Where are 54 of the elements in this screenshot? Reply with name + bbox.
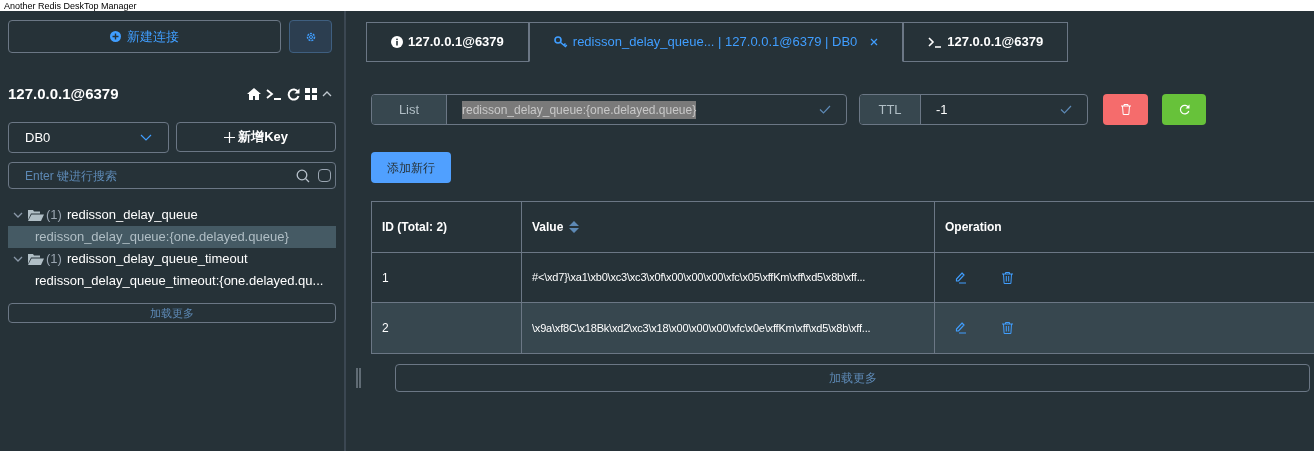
- plus-circle-icon: [110, 31, 121, 42]
- plus-icon: [224, 131, 236, 143]
- trash-icon[interactable]: [1002, 322, 1013, 334]
- column-header: Operation: [944, 219, 1003, 236]
- key-count: (1): [46, 250, 62, 269]
- column-header[interactable]: Value: [522, 202, 935, 252]
- key-item[interactable]: redisson_delay_queue_timeout:{one.delayed.qu...: [8, 270, 336, 292]
- folder-label[interactable]: redisson_delay_queue_timeout: [66, 249, 248, 269]
- collapse-icon[interactable]: [322, 89, 332, 99]
- tab[interactable]: 127.0.0.1@6379: [366, 22, 529, 62]
- info-icon: [391, 36, 403, 48]
- trash-icon: [1120, 104, 1131, 115]
- new-connection-button[interactable]: 新建连接: [8, 20, 281, 53]
- chevron-down-icon: [140, 133, 153, 142]
- load-more-button[interactable]: 加载更多: [8, 303, 336, 323]
- exact-match-checkbox[interactable]: [318, 169, 331, 182]
- close-icon[interactable]: [870, 38, 879, 46]
- search-field[interactable]: Enter 键进行搜索: [8, 162, 336, 189]
- id-cell-text: 1: [382, 269, 389, 287]
- trash-icon[interactable]: [1002, 271, 1013, 284]
- settings-icon: [304, 30, 317, 43]
- folder-label[interactable]: redisson_delay_queue: [66, 205, 198, 225]
- search-icon[interactable]: [296, 168, 310, 183]
- folder-icon: [28, 209, 44, 221]
- grid-icon[interactable]: [305, 88, 317, 100]
- edit-icon[interactable]: [955, 322, 967, 334]
- table-row[interactable]: 2 \x9a\xf8C\x18Bk\xd2\xc3\x18\x00\x00\x00\xfc\x0e\xffKm\xff\xd5\x8b\xff...: [372, 303, 1314, 353]
- refresh-icon: [1178, 104, 1190, 115]
- key-icon: [553, 36, 568, 48]
- refresh-icon[interactable]: [287, 87, 300, 101]
- column-header: ID (Total: 2): [372, 202, 522, 252]
- key-count: (1): [46, 206, 62, 225]
- load-more-button[interactable]: 加载更多: [395, 364, 1310, 392]
- db-select[interactable]: DB0: [8, 122, 170, 153]
- tab[interactable]: redisson_delay_queue... | 127.0.0.1@6379 | DB0: [528, 22, 904, 62]
- chevron-down-icon[interactable]: [13, 210, 23, 220]
- new-key-button[interactable]: 新增Key: [176, 122, 336, 152]
- sort-icon[interactable]: [569, 221, 580, 233]
- chevron-down-icon[interactable]: [13, 254, 23, 264]
- home-icon[interactable]: [247, 88, 261, 100]
- edit-icon[interactable]: [955, 271, 967, 284]
- search-input[interactable]: Enter 键进行搜索: [25, 166, 288, 185]
- terminal-icon[interactable]: [266, 88, 282, 100]
- folder-icon: [28, 253, 44, 265]
- terminal-icon: [928, 36, 943, 48]
- value-cell-text: \x9a\xf8C\x18Bk\xd2\xc3\x18\x00\x00\x00\xfc\x0e\xffKm\xff\xd5\x8b\xff...: [532, 320, 871, 336]
- window-title: Another Redis DeskTop Manager: [4, 0, 137, 11]
- add-row-button[interactable]: 添加新行: [371, 152, 451, 183]
- connection-name[interactable]: 127.0.0.1@6379: [8, 82, 247, 106]
- key-item[interactable]: redisson_delay_queue:{one.delayed.queue}: [8, 226, 336, 248]
- tab[interactable]: 127.0.0.1@6379: [903, 22, 1069, 62]
- value-cell-text: #<\xd7}\xa1\xb0\xc3\xc3\x0f\x00\x00\x00\xfc\x05\xffKm\xff\xd5\x8b\xff...: [532, 270, 866, 286]
- resize-handle-icon[interactable]: [356, 368, 361, 388]
- id-cell-text: 2: [382, 320, 389, 337]
